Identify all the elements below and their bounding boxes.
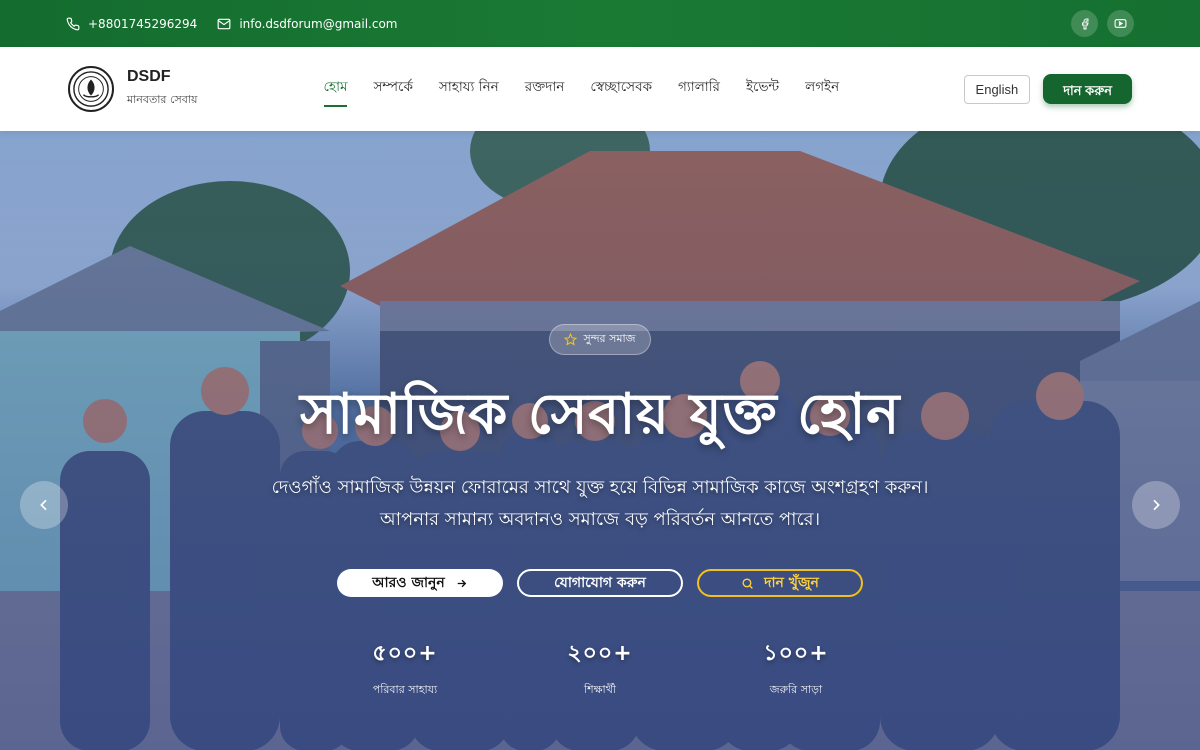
hero-slider: সুন্দর সমাজ সামাজিক সেবায় যুক্ত হোন দেও… (0, 131, 1200, 750)
main-nav: হোম সম্পর্কে সাহায্য নিন রক্তদান স্বেচ্ছ… (323, 76, 839, 107)
learn-more-button[interactable]: আরও জানুন (337, 569, 503, 597)
facebook-icon (1081, 18, 1089, 29)
nav-volunteer[interactable]: স্বেচ্ছাসেবক (590, 76, 652, 103)
star-icon (564, 333, 578, 346)
nav-about[interactable]: সম্পর্কে (373, 76, 412, 103)
nav-blood-donation[interactable]: রক্তদান (525, 76, 565, 103)
contact-label: যোগাযোগ করুন (554, 575, 646, 591)
hero-badge: সুন্দর সমাজ (549, 324, 651, 355)
site-logo[interactable] (68, 66, 114, 112)
brand-name: DSDF (127, 68, 171, 85)
facebook-link[interactable] (1071, 10, 1098, 37)
stat-value: ২০০+ (567, 641, 633, 666)
find-donation-label: দান খুঁজুন (764, 575, 819, 591)
stat-value: ৫০০+ (372, 641, 438, 666)
arrow-right-icon (457, 579, 466, 587)
contact-button[interactable]: যোগাযোগ করুন (517, 569, 683, 597)
search-icon (742, 577, 753, 589)
language-toggle-button[interactable]: English (963, 74, 1031, 104)
site-header: DSDF মানবতার সেবায় হোম সম্পর্কে সাহায্য… (0, 47, 1200, 131)
donate-button[interactable]: দান করুন (1043, 74, 1132, 104)
youtube-link[interactable] (1107, 10, 1134, 37)
slider-next-button[interactable] (1132, 481, 1180, 529)
hero-subtitle-line-2: আপনার সামান্য অবদানও সমাজে বড় পরিবর্তন … (379, 509, 821, 530)
hero-badge-text: সুন্দর সমাজ (583, 332, 636, 345)
mail-icon (217, 18, 231, 29)
brand: DSDF মানবতার সেবায় (127, 68, 198, 110)
slider-prev-button[interactable] (20, 481, 68, 529)
nav-gallery[interactable]: গ্যালারি (678, 76, 720, 103)
email-contact[interactable]: info.dsdforum@gmail.com (217, 17, 397, 31)
emblem-icon (73, 71, 109, 107)
brand-tagline: মানবতার সেবায় (127, 93, 198, 106)
stat-emergency: ১০০+ জরুরি সাড়া (726, 636, 866, 700)
phone-icon (66, 17, 80, 30)
hero-subtitle-line-1: দেওগাঁও সামাজিক উন্নয়ন ফোরামের সাথে যুক… (271, 477, 929, 498)
chevron-right-icon (1153, 499, 1160, 511)
youtube-icon (1114, 19, 1127, 28)
stat-label: পরিবার সাহায্য (372, 683, 438, 696)
hero-title: সামাজিক সেবায় যুক্ত হোন (300, 382, 900, 447)
nav-login[interactable]: লগইন (805, 76, 839, 103)
stat-value: ১০০+ (763, 641, 829, 666)
phone-number: +8801745296294 (88, 16, 198, 31)
top-contact-bar: +8801745296294 info.dsdforum@gmail.com (0, 0, 1200, 47)
stat-label: শিক্ষার্থী (583, 683, 617, 696)
phone-contact[interactable]: +8801745296294 (66, 17, 197, 31)
chevron-left-icon (40, 499, 47, 511)
stat-label: জরুরি সাড়া (769, 683, 823, 696)
nav-events[interactable]: ইভেন্ট (746, 76, 779, 103)
find-donation-button[interactable]: দান খুঁজুন (697, 569, 863, 597)
stat-families: ৫০০+ পরিবার সাহায্য (335, 636, 475, 700)
stat-students: ২০০+ শিক্ষার্থী (530, 636, 670, 700)
nav-home[interactable]: হোম (323, 76, 347, 107)
email-address: info.dsdforum@gmail.com (239, 16, 398, 31)
nav-get-help[interactable]: সাহায্য নিন (439, 76, 499, 103)
learn-more-label: আরও জানুন (372, 575, 445, 591)
social-links (1071, 10, 1134, 37)
hero-subtitle: দেওগাঁও সামাজিক উন্নয়ন ফোরামের সাথে যুক… (0, 472, 1200, 536)
